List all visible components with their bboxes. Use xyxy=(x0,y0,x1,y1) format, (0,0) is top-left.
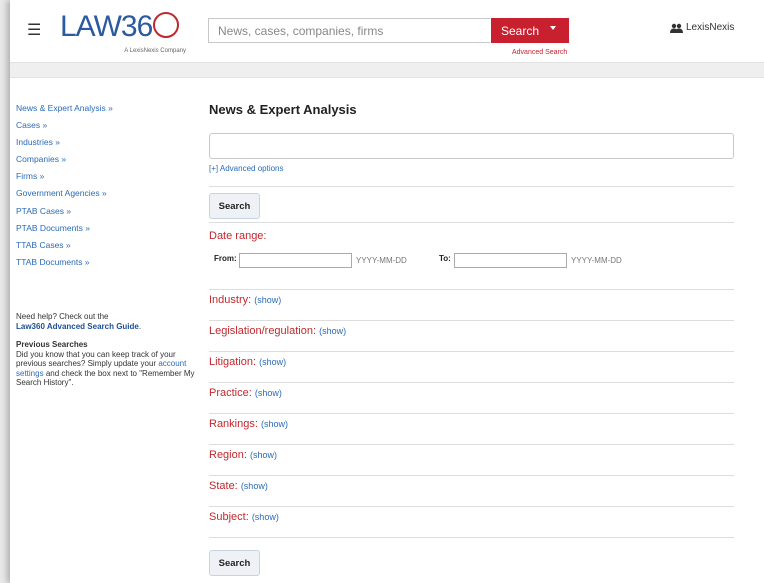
site-search-button[interactable]: Search xyxy=(491,18,569,43)
sidebar-link-companies[interactable]: Companies » xyxy=(16,153,191,170)
show-industry-link[interactable]: (show) xyxy=(254,295,281,305)
header-divider-bar xyxy=(10,62,764,78)
header: ☰ LAW36 A LexisNexis Company Search Adva… xyxy=(10,0,764,62)
divider xyxy=(209,320,734,321)
date-range-label: Date range: xyxy=(209,230,267,242)
show-legislation-link[interactable]: (show) xyxy=(319,326,346,336)
logo-tagline: A LexisNexis Company xyxy=(124,48,186,54)
divider xyxy=(209,351,734,352)
page: ☰ LAW36 A LexisNexis Company Search Adva… xyxy=(10,0,764,583)
divider xyxy=(209,444,734,445)
to-date-hint: YYYY-MM-DD xyxy=(571,256,622,265)
advanced-search-guide-link[interactable]: Law360 Advanced Search Guide xyxy=(16,322,139,331)
sidebar-link-ptab-documents[interactable]: PTAB Documents » xyxy=(16,222,191,239)
lexisnexis-account[interactable]: LexisNexis xyxy=(670,22,734,33)
show-rankings-link[interactable]: (show) xyxy=(261,419,288,429)
sidebar-link-news[interactable]: News & Expert Analysis » xyxy=(16,102,191,119)
sidebar-link-government-agencies[interactable]: Government Agencies » xyxy=(16,187,191,204)
previous-searches-title: Previous Searches xyxy=(16,340,88,349)
to-label: To: xyxy=(439,254,451,263)
show-practice-link[interactable]: (show) xyxy=(255,388,282,398)
sidebar-link-industries[interactable]: Industries » xyxy=(16,136,191,153)
facet-litigation: Litigation: (show) xyxy=(209,356,287,368)
hamburger-icon[interactable]: ☰ xyxy=(27,20,41,40)
keyword-search-input[interactable] xyxy=(209,133,734,159)
help-section: Need help? Check out the Law360 Advanced… xyxy=(16,312,196,388)
site-search-input[interactable] xyxy=(208,18,490,43)
facet-legislation-regulation: Legislation/regulation: (show) xyxy=(209,325,347,337)
facet-rankings: Rankings: (show) xyxy=(209,418,288,430)
divider xyxy=(209,222,734,223)
search-button[interactable]: Search xyxy=(209,193,260,219)
facet-state: State: (show) xyxy=(209,480,268,492)
show-litigation-link[interactable]: (show) xyxy=(259,357,286,367)
show-region-link[interactable]: (show) xyxy=(250,450,277,460)
facet-subject: Subject: (show) xyxy=(209,511,279,523)
bottom-search-button[interactable]: Search xyxy=(209,550,260,576)
sidebar-link-firms[interactable]: Firms » xyxy=(16,170,191,187)
from-date-hint: YYYY-MM-DD xyxy=(356,256,407,265)
help-text: Need help? Check out the Law360 Advanced… xyxy=(16,312,142,331)
sidebar-link-ptab-cases[interactable]: PTAB Cases » xyxy=(16,205,191,222)
show-subject-link[interactable]: (show) xyxy=(252,512,279,522)
page-title: News & Expert Analysis xyxy=(209,102,357,117)
sidebar-link-ttab-cases[interactable]: TTAB Cases » xyxy=(16,239,191,256)
users-icon xyxy=(670,23,683,33)
show-state-link[interactable]: (show) xyxy=(241,481,268,491)
advanced-options-toggle[interactable]: [+] Advanced options xyxy=(209,164,284,173)
divider xyxy=(209,475,734,476)
divider xyxy=(209,413,734,414)
previous-searches-text: Did you know that you can keep track of … xyxy=(16,349,195,388)
facet-region: Region: (show) xyxy=(209,449,277,461)
to-date-input[interactable] xyxy=(454,253,567,268)
sidebar-link-ttab-documents[interactable]: TTAB Documents » xyxy=(16,256,191,273)
lexisnexis-label: LexisNexis xyxy=(686,22,735,33)
facet-practice: Practice: (show) xyxy=(209,387,282,399)
sidebar-link-cases[interactable]: Cases » xyxy=(16,119,191,136)
divider xyxy=(209,289,734,290)
logo-zero-circle-icon xyxy=(153,12,180,38)
divider xyxy=(209,537,734,538)
facet-industry: Industry: (show) xyxy=(209,294,282,306)
search-dropdown-caret-icon[interactable] xyxy=(550,26,556,30)
advanced-search-link[interactable]: Advanced Search xyxy=(512,49,567,56)
divider xyxy=(209,186,734,187)
divider xyxy=(209,506,734,507)
sidebar-nav: News & Expert Analysis » Cases » Industr… xyxy=(16,102,191,273)
from-date-input[interactable] xyxy=(239,253,352,268)
divider xyxy=(209,382,734,383)
law360-logo[interactable]: LAW36 A LexisNexis Company xyxy=(60,12,186,58)
logo-wordmark: LAW36 xyxy=(60,12,180,42)
from-label: From: xyxy=(214,254,237,263)
